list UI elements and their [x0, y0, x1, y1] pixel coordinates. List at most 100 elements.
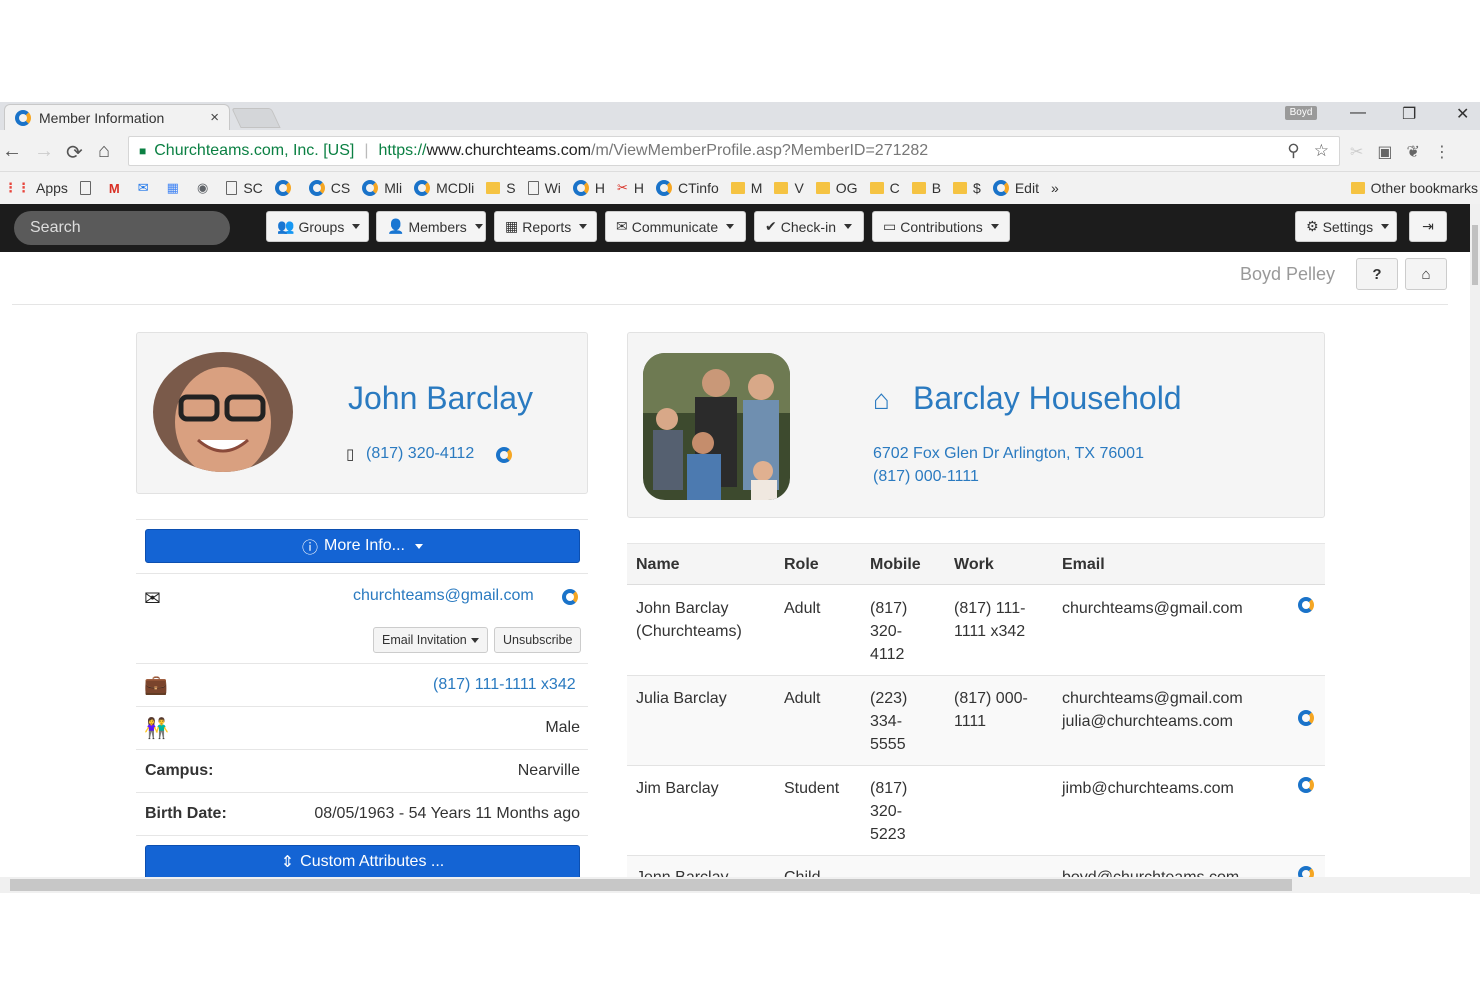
row-email-links[interactable]: churchteams@gmail.com julia@churchteams.c…: [1062, 687, 1243, 733]
folder-icon: [1350, 182, 1365, 194]
household-address-link[interactable]: 6702 Fox Glen Dr Arlington, TX 76001: [873, 445, 1144, 463]
communicate-menu-button[interactable]: ✉ Communicate: [605, 211, 746, 242]
extension-icon-2[interactable]: ▣: [1377, 142, 1392, 162]
gender-icon: 👫: [144, 718, 169, 740]
menu-dots-icon[interactable]: ⋮: [1434, 142, 1450, 162]
bookmark-item[interactable]: M: [109, 181, 126, 196]
gear-icon: ⚙: [1306, 218, 1319, 234]
search-input[interactable]: Search: [14, 211, 230, 245]
bookmark-item[interactable]: SC: [226, 180, 263, 196]
bookmark-item[interactable]: ◉: [197, 180, 214, 196]
divider: [136, 663, 588, 664]
bookmark-item[interactable]: V: [774, 180, 804, 196]
row-email-link[interactable]: churchteams@gmail.com: [1062, 597, 1243, 620]
reports-menu-button[interactable]: ▦ Reports: [494, 211, 597, 242]
members-menu-button[interactable]: 👤 Members: [376, 211, 486, 242]
back-arrow-icon[interactable]: ←: [2, 140, 22, 163]
folder-icon: [953, 182, 968, 194]
bookmark-item[interactable]: ✂ H: [617, 180, 644, 196]
logout-button[interactable]: ⇥: [1409, 211, 1447, 242]
household-phone-link[interactable]: (817) 000-1111: [873, 468, 979, 486]
bookmark-item[interactable]: ✉: [138, 180, 155, 196]
churchteams-icon[interactable]: [1298, 777, 1314, 793]
bookmark-item[interactable]: [79, 181, 97, 195]
help-button[interactable]: ?: [1356, 258, 1398, 290]
horizontal-scroll-thumb[interactable]: [10, 879, 1292, 891]
work-phone-link[interactable]: (817) 111-1111 x342: [433, 676, 576, 694]
restore-button[interactable]: ❐: [1402, 104, 1416, 124]
home-button[interactable]: ⌂: [1405, 258, 1447, 290]
bookmark-item[interactable]: [274, 180, 297, 196]
check-icon: ✔: [765, 218, 777, 234]
bookmark-item[interactable]: CS: [308, 180, 350, 196]
bookmark-item[interactable]: MCDli: [414, 180, 474, 196]
bookmark-item[interactable]: H: [572, 180, 605, 196]
bookmark-item[interactable]: C: [869, 180, 900, 196]
member-row-name-link[interactable]: Jim Barclay: [636, 777, 719, 800]
checkin-label: Check-in: [780, 218, 836, 235]
row-mobile: (817) 320- 4112: [870, 597, 907, 666]
member-name[interactable]: John Barclay: [348, 380, 533, 417]
browser-tab[interactable]: Member Information ×: [4, 104, 230, 130]
col-role: Role: [784, 556, 819, 573]
member-row-name-link[interactable]: Jenn Barclay: [636, 866, 729, 877]
reload-icon[interactable]: ⟳: [66, 140, 83, 165]
zoom-icon[interactable]: ⚲: [1287, 141, 1299, 161]
vertical-scrollbar[interactable]: [1470, 204, 1480, 894]
close-window-button[interactable]: ✕: [1456, 104, 1469, 124]
row-email-link[interactable]: boyd@churchteams.com: [1062, 866, 1239, 877]
bookmark-item[interactable]: S: [486, 180, 516, 196]
checkin-menu-button[interactable]: ✔ Check-in: [754, 211, 864, 242]
bookmark-item[interactable]: Other bookmarks: [1350, 180, 1478, 196]
bookmark-item[interactable]: $: [953, 180, 981, 196]
evernote-icon[interactable]: ❦: [1407, 142, 1420, 162]
custom-attributes-button[interactable]: ⇕ Custom Attributes ...: [145, 845, 580, 877]
mobile-line: 334-: [870, 713, 903, 730]
more-info-button[interactable]: ⓘ More Info...: [145, 529, 580, 563]
household-title[interactable]: Barclay Household: [913, 380, 1182, 417]
bookmark-item[interactable]: CTinfo: [656, 180, 719, 196]
bookmark-item[interactable]: B: [911, 180, 941, 196]
vertical-scroll-thumb[interactable]: [1472, 225, 1478, 285]
churchteams-icon[interactable]: [1298, 866, 1314, 877]
bookmark-item[interactable]: ▦: [167, 180, 185, 196]
email-line[interactable]: churchteams@gmail.com: [1062, 687, 1243, 710]
custom-attributes-label: Custom Attributes ...: [300, 852, 445, 870]
churchteams-email-icon[interactable]: [562, 589, 578, 605]
unsubscribe-button[interactable]: Unsubscribe: [494, 627, 582, 653]
member-row-name-link[interactable]: John Barclay (Churchteams): [636, 597, 742, 643]
home-icon[interactable]: ⌂: [98, 140, 110, 163]
extension-icon-1[interactable]: ✂: [1350, 142, 1363, 162]
minimize-button[interactable]: —: [1350, 104, 1366, 122]
gmail-icon: M: [108, 180, 120, 196]
tab-close-icon[interactable]: ×: [210, 109, 219, 126]
contributions-menu-button[interactable]: ▭ Contributions: [872, 211, 1010, 242]
member-phone-link[interactable]: (817) 320-4112: [366, 445, 474, 463]
email-line[interactable]: julia@churchteams.com: [1062, 710, 1243, 733]
communicate-label: Communicate: [631, 218, 719, 235]
bookmark-item[interactable]: Wi: [527, 180, 561, 196]
settings-menu-button[interactable]: ⚙ Settings: [1295, 211, 1397, 242]
col-name: Name: [636, 556, 680, 573]
churchteams-icon[interactable]: [1298, 597, 1314, 613]
address-bar[interactable]: ■ Churchteams.com, Inc. [US] | https://w…: [128, 136, 1340, 166]
groups-menu-button[interactable]: 👥 Groups: [266, 211, 369, 242]
star-icon[interactable]: ☆: [1314, 141, 1329, 161]
forward-arrow-icon[interactable]: →: [34, 140, 54, 163]
bookmark-item[interactable]: Edit: [992, 180, 1039, 196]
email-invitation-button[interactable]: Email Invitation: [373, 627, 488, 653]
current-user-name: Boyd Pelley: [1240, 264, 1336, 284]
bookmark-item[interactable]: Mli: [362, 180, 402, 196]
tool-icon: ✂: [617, 180, 628, 195]
bookmark-item[interactable]: M: [730, 180, 762, 196]
caret-down-icon: [990, 224, 999, 229]
browser-profile-chip[interactable]: Boyd: [1285, 106, 1317, 120]
row-email-link[interactable]: jimb@churchteams.com: [1062, 777, 1234, 800]
bookmark-item[interactable]: ⋮⋮ Apps: [4, 180, 68, 196]
member-row-name-link[interactable]: Julia Barclay: [636, 687, 727, 710]
churchteams-text-icon[interactable]: [496, 447, 512, 463]
bookmark-item[interactable]: OG: [815, 180, 858, 196]
churchteams-icon[interactable]: [1298, 710, 1314, 726]
bookmark-item[interactable]: »: [1051, 180, 1059, 196]
member-email-link[interactable]: churchteams@gmail.com: [353, 587, 534, 605]
